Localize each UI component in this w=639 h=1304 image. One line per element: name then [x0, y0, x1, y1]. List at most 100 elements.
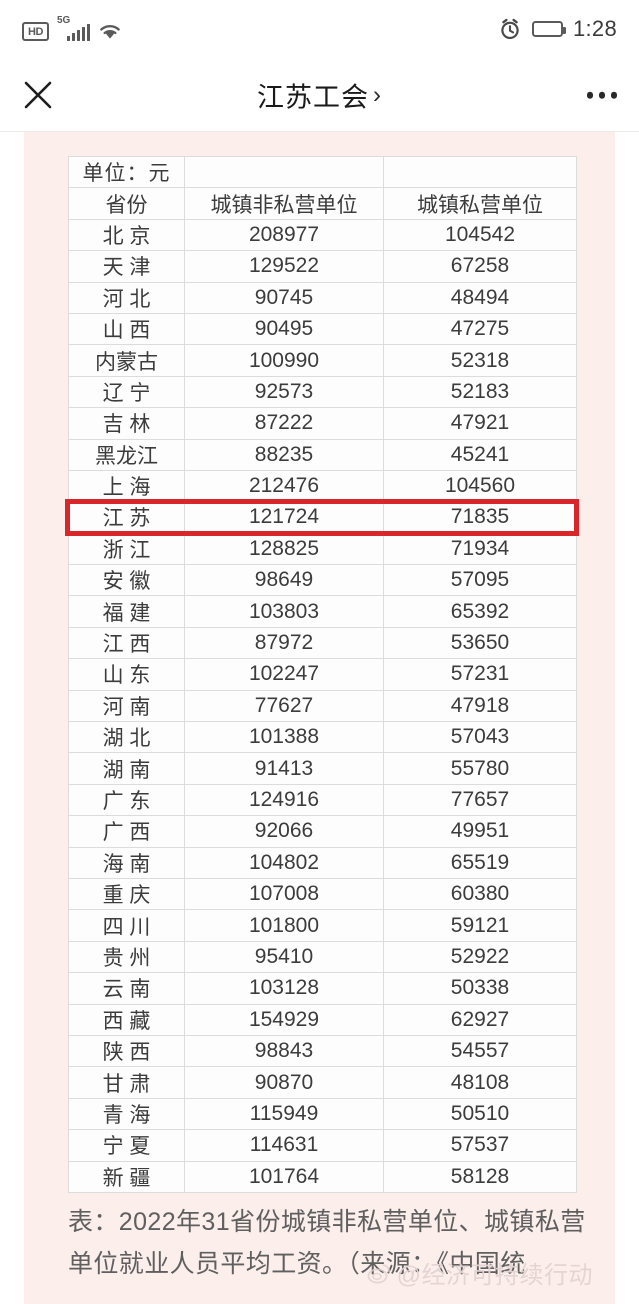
table-header-row: 省份 城镇非私营单位 城镇私营单位 [68, 187, 577, 220]
cell-province: 湖 北 [68, 721, 185, 754]
table-row: 河 北 90745 48494 [68, 281, 577, 314]
cell-province: 陕 西 [68, 1034, 185, 1068]
table-row: 重 庆 107008 60380 [68, 877, 577, 911]
cell-private-wage: 45241 [383, 438, 577, 471]
cell-private-wage: 48494 [383, 281, 577, 314]
cell-non-private-wage: 101388 [184, 721, 384, 754]
cell-private-wage: 67258 [383, 250, 577, 283]
cell-private-wage: 47921 [383, 407, 577, 440]
column-header-private: 城镇私营单位 [383, 187, 577, 220]
cell-private-wage: 52318 [383, 344, 577, 377]
table-row: 甘 肃 90870 48108 [68, 1066, 577, 1099]
table-row: 安 徽 98649 57095 [68, 564, 577, 597]
table-row: 陕 西 98843 54557 [68, 1034, 577, 1068]
table-row: 湖 北 101388 57043 [68, 721, 577, 754]
cell-non-private-wage: 98843 [184, 1034, 384, 1068]
table-row: 吉 林 87222 47921 [68, 407, 577, 440]
unit-label: 单位：元 [68, 155, 185, 189]
table-row: 宁 夏 114631 57537 [68, 1129, 577, 1162]
column-header-province: 省份 [68, 187, 185, 220]
cell-province: 新 疆 [68, 1160, 185, 1193]
cell-private-wage: 57231 [383, 658, 577, 691]
cell-private-wage: 60380 [383, 877, 577, 911]
cell-non-private-wage: 121724 [184, 501, 384, 534]
cell-private-wage: 53650 [383, 626, 577, 660]
cell-non-private-wage: 103803 [184, 595, 384, 628]
cell-private-wage: 47918 [383, 689, 577, 723]
cell-province: 山 西 [68, 312, 185, 346]
table-row: 天 津 129522 67258 [68, 250, 577, 283]
cell-non-private-wage: 154929 [184, 1003, 384, 1036]
cell-non-private-wage: 91413 [184, 752, 384, 785]
cell-private-wage: 49951 [383, 815, 577, 848]
cell-private-wage: 54557 [383, 1034, 577, 1068]
table-row: 黑龙江 88235 45241 [68, 438, 577, 471]
signal-bars-glyph [67, 24, 91, 41]
more-options-icon[interactable] [586, 91, 617, 99]
cell-private-wage: 62927 [383, 1003, 577, 1036]
cell-non-private-wage: 128825 [184, 532, 384, 566]
cell-province: 宁 夏 [68, 1129, 185, 1162]
cell-province: 吉 林 [68, 407, 185, 440]
cell-private-wage: 57537 [383, 1129, 577, 1162]
table-row: 海 南 104802 65519 [68, 846, 577, 879]
table-row: 贵 州 95410 52922 [68, 940, 577, 974]
cell-private-wage: 52922 [383, 940, 577, 974]
table-row: 河 南 77627 47918 [68, 689, 577, 723]
cell-non-private-wage: 208977 [184, 218, 384, 252]
cell-province: 江 苏 [68, 501, 185, 534]
cell-province: 四 川 [68, 909, 185, 942]
unit-row-blank-2 [383, 155, 577, 189]
table-row: 山 西 90495 47275 [68, 312, 577, 346]
cell-private-wage: 104542 [383, 218, 577, 252]
cell-province: 辽 宁 [68, 375, 185, 409]
table-row-unit: 单位：元 [68, 155, 577, 189]
cell-non-private-wage: 92573 [184, 375, 384, 409]
cell-non-private-wage: 102247 [184, 658, 384, 691]
cell-province: 上 海 [68, 469, 185, 503]
cell-private-wage: 104560 [383, 469, 577, 503]
cell-private-wage: 71835 [383, 501, 577, 534]
cell-private-wage: 47275 [383, 312, 577, 346]
cell-private-wage: 50338 [383, 972, 577, 1005]
cell-province: 西 藏 [68, 1003, 185, 1036]
cell-private-wage: 77657 [383, 783, 577, 817]
cell-private-wage: 65519 [383, 846, 577, 879]
unit-row-blank-1 [184, 155, 384, 189]
cell-province: 河 北 [68, 281, 185, 314]
table-caption: 表：2022年31省份城镇非私营单位、城镇私营单位就业人员平均工资。（来源：《中… [68, 1208, 586, 1278]
table-row: 广 西 92066 49951 [68, 815, 577, 848]
cell-province: 广 西 [68, 815, 185, 848]
cell-non-private-wage: 90495 [184, 312, 384, 346]
table-row: 江 西 87972 53650 [68, 626, 577, 660]
cell-non-private-wage: 90745 [184, 281, 384, 314]
cell-province: 河 南 [68, 689, 185, 723]
status-bar: HD 5G 1:28 [0, 0, 639, 58]
cell-non-private-wage: 115949 [184, 1097, 384, 1131]
cell-private-wage: 57043 [383, 721, 577, 754]
navigation-bar: 江苏工会 › [0, 58, 639, 132]
cell-private-wage: 52183 [383, 375, 577, 409]
cell-private-wage: 55780 [383, 752, 577, 785]
network-type-label: 5G [57, 15, 71, 26]
chevron-right-icon: › [373, 81, 382, 108]
cell-non-private-wage: 87972 [184, 626, 384, 660]
cell-private-wage: 48108 [383, 1066, 577, 1099]
cell-non-private-wage: 101764 [184, 1160, 384, 1193]
battery-icon [531, 21, 566, 37]
cell-private-wage: 50510 [383, 1097, 577, 1131]
cell-province: 海 南 [68, 846, 185, 879]
cell-private-wage: 71934 [383, 532, 577, 566]
phone-screen: HD 5G 1:28 江苏工会 › 单位：元 省份 城镇非私营单位 城镇私营单位… [0, 0, 639, 1304]
cell-province: 天 津 [68, 250, 185, 283]
column-header-non-private: 城镇非私营单位 [184, 187, 384, 220]
cell-non-private-wage: 98649 [184, 564, 384, 597]
cell-non-private-wage: 87222 [184, 407, 384, 440]
status-bar-clock: 1:28 [572, 16, 617, 41]
cell-non-private-wage: 129522 [184, 250, 384, 283]
cell-non-private-wage: 101800 [184, 909, 384, 942]
page-title-text: 江苏工会 [257, 82, 369, 113]
page-title[interactable]: 江苏工会 › [0, 76, 639, 115]
table-row: 辽 宁 92573 52183 [68, 375, 577, 409]
cell-non-private-wage: 90870 [184, 1066, 384, 1099]
